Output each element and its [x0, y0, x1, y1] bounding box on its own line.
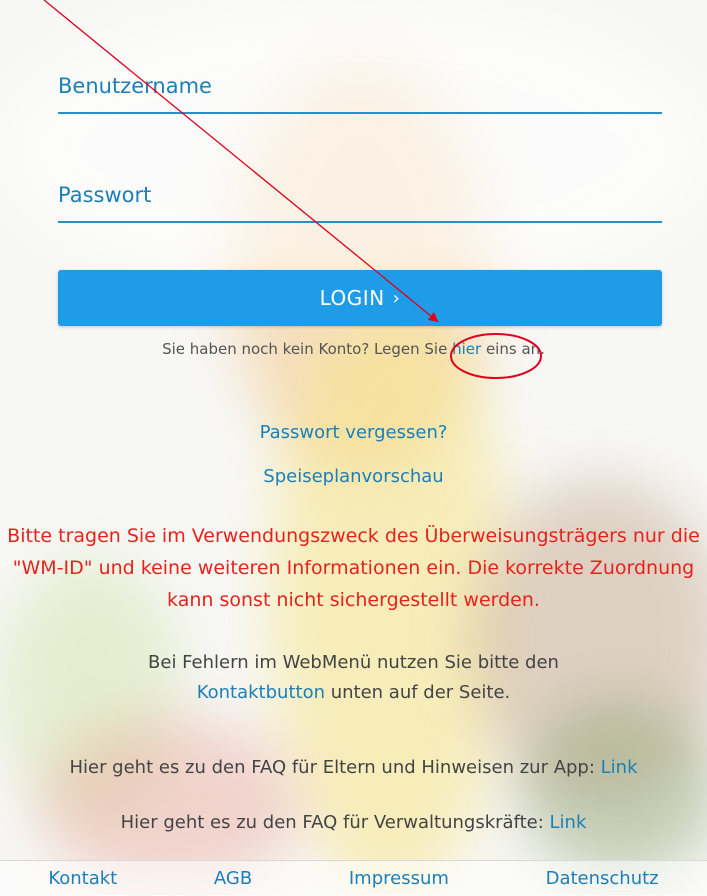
- footer-link-imprint[interactable]: Impressum: [349, 868, 449, 889]
- faq-parents-text: Hier geht es zu den FAQ für Eltern und H…: [69, 757, 601, 778]
- register-prefix: Sie haben noch kein Konto? Legen Sie: [162, 340, 453, 358]
- password-field[interactable]: Passwort: [58, 183, 662, 223]
- faq-parents-link[interactable]: Link: [601, 757, 638, 778]
- footer-link-agb[interactable]: AGB: [214, 868, 252, 889]
- faq-parents: Hier geht es zu den FAQ für Eltern und H…: [0, 757, 707, 778]
- login-button-label: LOGIN: [319, 286, 385, 310]
- login-panel: Benutzername Passwort LOGIN › Sie haben …: [0, 0, 707, 896]
- footer-nav: Kontakt AGB Impressum Datenschutz: [0, 860, 707, 896]
- register-suffix: eins an.: [481, 340, 545, 358]
- footer-link-privacy[interactable]: Datenschutz: [546, 868, 659, 889]
- forgot-password-link[interactable]: Passwort vergessen?: [0, 422, 707, 443]
- username-field[interactable]: Benutzername: [58, 74, 662, 114]
- login-button[interactable]: LOGIN ›: [58, 270, 662, 326]
- chevron-right-icon: ›: [392, 287, 401, 309]
- faq-admin: Hier geht es zu den FAQ für Verwaltungsk…: [0, 812, 707, 833]
- contact-button-link[interactable]: Kontaktbutton: [197, 682, 325, 703]
- register-link[interactable]: hier: [452, 340, 481, 358]
- faq-admin-text: Hier geht es zu den FAQ für Verwaltungsk…: [120, 812, 550, 833]
- payment-warning: Bitte tragen Sie im Verwendungszweck des…: [7, 525, 700, 611]
- faq-admin-link[interactable]: Link: [550, 812, 587, 833]
- error-hint-prefix: Bei Fehlern im WebMenü nutzen Sie bitte …: [148, 652, 559, 673]
- error-hint-suffix: unten auf der Seite.: [325, 682, 511, 703]
- username-label: Benutzername: [58, 74, 212, 98]
- error-contact-hint: Bei Fehlern im WebMenü nutzen Sie bitte …: [0, 648, 707, 708]
- password-label: Passwort: [58, 183, 152, 207]
- footer-link-contact[interactable]: Kontakt: [48, 868, 117, 889]
- register-hint: Sie haben noch kein Konto? Legen Sie hie…: [0, 340, 707, 358]
- menu-preview-link[interactable]: Speiseplanvorschau: [0, 466, 707, 487]
